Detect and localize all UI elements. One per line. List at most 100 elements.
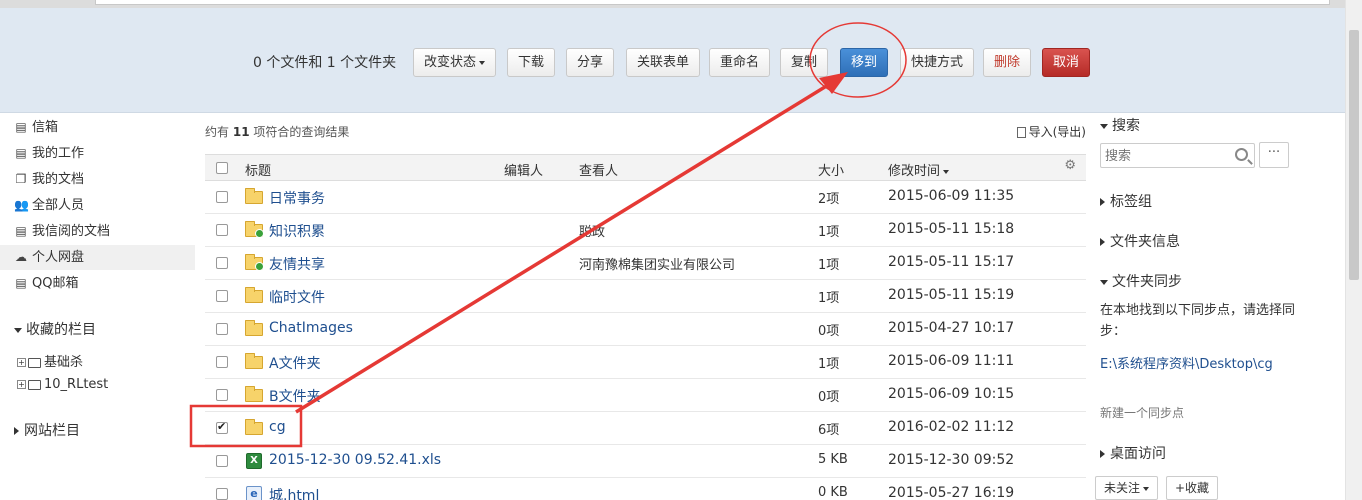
tree-item-base[interactable]: + 基础杀: [17, 351, 83, 370]
tree-item-label: 10_RLtest: [44, 377, 109, 392]
search-icon[interactable]: [1235, 148, 1248, 161]
row-checkbox[interactable]: [216, 191, 228, 203]
favorite-button[interactable]: +收藏: [1166, 476, 1219, 500]
sidebar-item-subscribed-docs[interactable]: ▤ 我信阅的文档: [0, 219, 195, 244]
folder-icon: [245, 320, 264, 336]
file-name-link[interactable]: 城.html: [269, 485, 319, 500]
copy-button[interactable]: 复制: [780, 48, 829, 77]
excel-file-icon: X: [245, 453, 264, 469]
table-row[interactable]: e 城.html 0 KB 2015-05-27 16:19: [205, 478, 1086, 500]
share-button[interactable]: 分享: [566, 48, 615, 77]
rename-button[interactable]: 重命名: [709, 48, 771, 77]
file-name-link[interactable]: B文件夹: [269, 386, 321, 406]
table-header: 标题 编辑人 查看人 大小 修改时间 ⚙: [205, 154, 1086, 181]
site-section-toggle[interactable]: 网站栏目: [14, 420, 80, 440]
table-row[interactable]: B文件夹 0项 2015-06-09 10:15: [205, 379, 1086, 412]
col-title[interactable]: 标题: [245, 160, 271, 179]
caret-down-icon: [14, 327, 22, 333]
change-status-button[interactable]: 改变状态: [413, 48, 497, 77]
table-row[interactable]: ChatImages 0项 2015-04-27 10:17: [205, 313, 1086, 346]
row-checkbox[interactable]: [216, 488, 228, 500]
file-name-link[interactable]: 友情共享: [269, 254, 325, 274]
table-row[interactable]: X 2015-12-30 09.52.41.xls 5 KB 2015-12-30 0…: [205, 445, 1086, 478]
sidebar-item-my-work[interactable]: ▤ 我的工作: [0, 141, 195, 166]
sidebar-item-label: 个人网盘: [32, 250, 85, 265]
chevron-down-icon: [479, 60, 486, 65]
mtime-cell: 2016-02-02 11:12: [888, 419, 1015, 435]
sidebar-item-inbox[interactable]: ▤ 信箱: [0, 115, 195, 140]
search-input[interactable]: [1105, 147, 1225, 165]
row-checkbox[interactable]: [216, 356, 228, 368]
file-name-link[interactable]: 知识积累: [269, 221, 325, 241]
search-section-toggle[interactable]: 搜索: [1100, 115, 1140, 135]
row-checkbox[interactable]: [216, 290, 228, 302]
unfollow-button[interactable]: 未关注: [1095, 476, 1159, 500]
table-row[interactable]: A文件夹 1项 2015-06-09 11:11: [205, 346, 1086, 379]
row-checkbox[interactable]: [216, 389, 228, 401]
table-row[interactable]: 日常事务 2项 2015-06-09 11:35: [205, 181, 1086, 214]
import-export-link[interactable]: 导入(导出): [1016, 123, 1086, 140]
col-mtime-label: 修改时间: [888, 164, 941, 179]
sidebar-item-all-people[interactable]: 👥 全部人员: [0, 193, 195, 218]
table-row[interactable]: cg 6项 2016-02-02 11:12: [205, 412, 1086, 445]
col-viewer[interactable]: 查看人: [579, 160, 618, 179]
tree-item-rltest[interactable]: +10_RLtest: [17, 377, 108, 392]
vertical-scrollbar[interactable]: [1345, 0, 1362, 500]
sidebar-item-personal-drive[interactable]: ☁ 个人网盘: [0, 245, 195, 270]
subscribed-icon: ▤: [15, 224, 27, 238]
row-checkbox[interactable]: [216, 323, 228, 335]
file-name-link[interactable]: ChatImages: [269, 320, 353, 336]
favorites-section-toggle[interactable]: 收藏的栏目: [14, 319, 96, 339]
mail-icon: ▤: [15, 276, 27, 290]
file-name-link[interactable]: cg: [269, 419, 286, 435]
new-sync-point-link[interactable]: 新建一个同步点: [1100, 404, 1184, 421]
chevron-down-icon: [1143, 486, 1150, 491]
download-button[interactable]: 下载: [507, 48, 556, 77]
col-size[interactable]: 大小: [818, 160, 844, 179]
sidebar-item-qq-mail[interactable]: ▤ QQ邮箱: [0, 271, 195, 296]
expand-icon[interactable]: +: [17, 358, 26, 367]
caret-right-icon: [1100, 198, 1105, 206]
caret-right-icon: [1100, 238, 1105, 246]
gear-icon[interactable]: ⚙: [1064, 158, 1076, 173]
table-row[interactable]: 临时文件 1项 2015-05-11 15:19: [205, 280, 1086, 313]
result-count: 11: [232, 125, 250, 139]
scrollbar-thumb[interactable]: [1349, 30, 1359, 280]
file-name-link[interactable]: 日常事务: [269, 188, 325, 208]
more-options-button[interactable]: ···: [1259, 142, 1289, 168]
delete-button[interactable]: 删除: [983, 48, 1032, 77]
desktop-access-toggle[interactable]: 桌面访问: [1100, 443, 1166, 463]
shortcut-button[interactable]: 快捷方式: [900, 48, 975, 77]
file-name-link[interactable]: A文件夹: [269, 353, 321, 373]
tag-group-toggle[interactable]: 标签组: [1100, 191, 1152, 211]
unfollow-label: 未关注: [1104, 481, 1141, 495]
mtime-cell: 2015-12-30 09:52: [888, 452, 1015, 468]
file-name-link[interactable]: 2015-12-30 09.52.41.xls: [269, 452, 441, 468]
file-name-link[interactable]: 临时文件: [269, 287, 325, 307]
sidebar-item-label: 信箱: [32, 120, 59, 135]
caret-down-icon: [1100, 123, 1108, 129]
folder-info-toggle[interactable]: 文件夹信息: [1100, 231, 1180, 251]
sync-path-link[interactable]: E:\系统程序资料\Desktop\cg: [1100, 353, 1273, 372]
folder-sync-toggle[interactable]: 文件夹同步: [1100, 271, 1182, 291]
sync-instructions: 在本地找到以下同步点，请选择同步：: [1100, 303, 1296, 339]
col-mtime[interactable]: 修改时间: [888, 160, 950, 179]
expand-icon[interactable]: +: [17, 380, 26, 389]
row-checkbox[interactable]: [216, 455, 228, 467]
select-all-checkbox[interactable]: [216, 162, 228, 174]
move-to-button[interactable]: 移到: [840, 48, 889, 77]
row-checkbox[interactable]: [216, 420, 228, 434]
mtime-cell: 2015-06-09 11:11: [888, 353, 1015, 369]
change-status-label: 改变状态: [424, 55, 477, 70]
row-checkbox[interactable]: [216, 224, 228, 236]
link-form-button[interactable]: 关联表单: [626, 48, 701, 77]
table-row[interactable]: 友情共享 河南豫棉集团实业有限公司 1项 2015-05-11 15:17: [205, 247, 1086, 280]
search-box[interactable]: [1100, 143, 1255, 168]
action-toolbar: 0 个文件和 1 个文件夹 改变状态 下载 分享 关联表单 重命名 复制 移到 …: [0, 8, 1345, 113]
row-checkbox[interactable]: [216, 257, 228, 269]
sidebar-item-my-documents[interactable]: ❐ 我的文档: [0, 167, 195, 192]
cancel-button[interactable]: 取消: [1042, 48, 1091, 77]
table-row[interactable]: 知识积累 聪政 1项 2015-05-11 15:18: [205, 214, 1086, 247]
col-editor[interactable]: 编辑人: [504, 160, 543, 179]
sidebar-item-label: QQ邮箱: [32, 276, 79, 291]
